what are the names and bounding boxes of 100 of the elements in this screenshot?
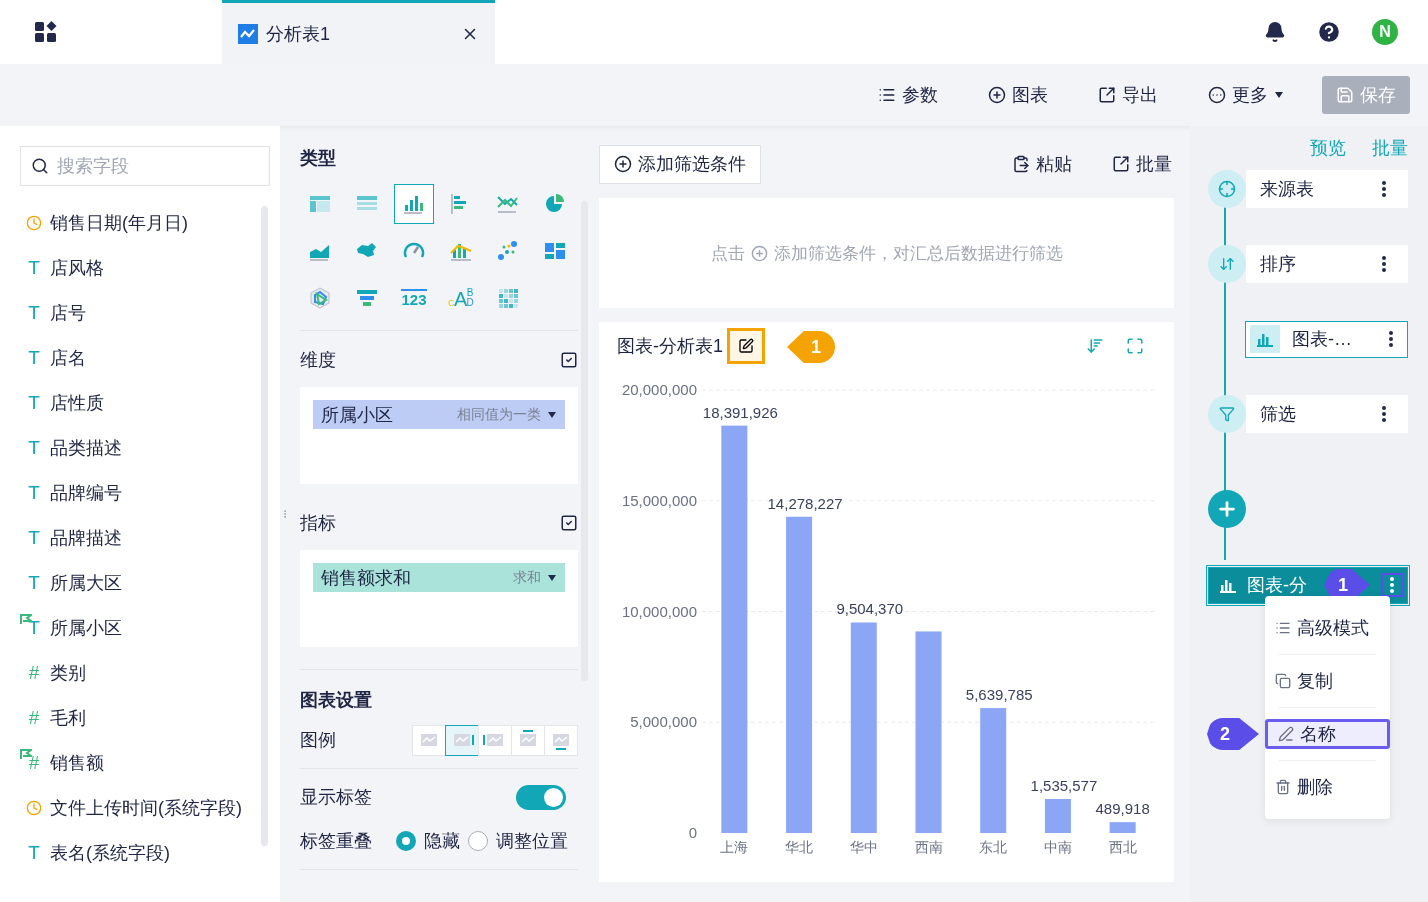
menu-item[interactable]: 删除 [1265, 772, 1390, 802]
list-icon [878, 86, 896, 104]
callout-badge: 1 [787, 331, 835, 363]
field-type-icon: T [26, 436, 42, 459]
field-type-icon: T [26, 391, 42, 414]
field-name[interactable]: 所属大区 [50, 570, 122, 595]
legend-position-button[interactable] [445, 724, 479, 756]
field-name[interactable]: 品牌描述 [50, 525, 122, 550]
step-card[interactable]: 来源表 [1246, 170, 1408, 208]
field-pill[interactable]: 销售额求和 求和 [313, 563, 565, 592]
trash-icon [1275, 779, 1291, 795]
add-filter-button[interactable]: 添加筛选条件 [599, 144, 761, 184]
field-name[interactable]: 品类描述 [50, 435, 122, 460]
radio-button[interactable] [396, 831, 416, 851]
field-name[interactable]: 店性质 [50, 390, 104, 415]
data-label: 5,639,785 [965, 686, 1033, 704]
step-label: 筛选 [1260, 403, 1296, 426]
axis-label: 西南 [914, 839, 943, 855]
field-name[interactable]: 店号 [50, 300, 86, 325]
setting-label: 显示标签 [300, 786, 372, 809]
paste-button[interactable]: 粘贴 [1012, 152, 1072, 176]
export-icon [1098, 86, 1116, 104]
field-type-icon: T [26, 481, 42, 504]
field-type-icon: T [26, 256, 42, 279]
setting-label: 标签重叠 [300, 830, 372, 853]
field-name[interactable]: 文件上传时间(系统字段) [50, 795, 242, 820]
pill-note: 求和 [513, 568, 541, 587]
chart-title: 图表-分析表1 [617, 335, 723, 358]
field-type-icon: T [26, 841, 42, 864]
field-type-icon: T [26, 526, 42, 549]
menu-item[interactable]: 复制 [1265, 666, 1390, 696]
step-card[interactable]: 筛选 [1246, 395, 1408, 433]
step-card[interactable]: 图表-… [1245, 320, 1408, 358]
field-name[interactable]: 销售日期(年月日) [50, 210, 188, 235]
drop-area[interactable]: 所属小区 相同值为一类 [300, 387, 578, 484]
fullscreen-icon[interactable] [1126, 337, 1144, 355]
toolbar-button[interactable]: 导出 [1098, 83, 1158, 107]
axis-label: 20,000,000 [621, 381, 697, 398]
more-icon [1389, 331, 1393, 347]
bar [1109, 822, 1136, 833]
drop-area[interactable]: 销售额求和 求和 [300, 550, 578, 647]
radio-button[interactable] [468, 831, 488, 851]
toolbar-button[interactable]: 图表 [988, 83, 1048, 107]
chart-type-button[interactable] [394, 184, 434, 224]
clock-icon [26, 214, 42, 231]
step-label: 来源表 [1260, 178, 1314, 201]
menu-item[interactable]: 名称 [1265, 719, 1390, 749]
field-name[interactable]: 店名 [50, 345, 86, 370]
axis-label: 15,000,000 [621, 491, 697, 509]
more-icon [1382, 256, 1386, 272]
radio-label[interactable]: 调整位置 [496, 829, 568, 853]
data-label: 14,278,227 [767, 494, 843, 512]
document-tab[interactable]: 分析表1 [222, 0, 495, 64]
toggle-switch[interactable] [516, 784, 566, 810]
toolbar-button[interactable]: 更多 [1208, 83, 1284, 107]
clock-icon [26, 799, 42, 816]
toolbar-button[interactable]: 参数 [878, 83, 938, 107]
field-name[interactable]: 店风格 [50, 255, 104, 280]
apps-icon[interactable] [34, 20, 58, 44]
step-card[interactable]: 排序 [1246, 245, 1408, 283]
bar-chart-icon [1256, 331, 1274, 347]
axis-label: 中南 [1043, 839, 1072, 855]
scrollbar[interactable] [261, 206, 268, 846]
radar-icon [307, 285, 333, 311]
line-chart-icon [238, 23, 258, 44]
batch-icon [1112, 155, 1130, 173]
field-name[interactable]: 所属小区 [50, 615, 122, 640]
pill-note: 相同值为一类 [457, 405, 541, 424]
tab-title: 分析表1 [266, 22, 331, 46]
field-name[interactable]: 品牌编号 [50, 480, 122, 505]
field-name[interactable]: 毛利 [50, 705, 86, 730]
hint-text: 点击 [710, 242, 745, 265]
axis-label: 0 [688, 824, 697, 841]
paste-icon [1012, 155, 1030, 173]
more-icon [1390, 577, 1394, 593]
search-icon [31, 157, 49, 175]
radio-label[interactable]: 隐藏 [424, 829, 460, 853]
menu-item[interactable]: 高级模式 [1265, 613, 1390, 643]
field-name[interactable]: 表名(系统字段) [50, 840, 170, 865]
edit-title-button[interactable] [727, 328, 765, 364]
section-title: 类型 [300, 147, 337, 170]
list-icon [1275, 620, 1291, 636]
bell-icon[interactable] [1264, 21, 1286, 43]
section-title: 图表设置 [300, 689, 373, 712]
data-label: 489,918 [1095, 800, 1150, 818]
add-step-button[interactable] [1208, 490, 1246, 528]
help-icon[interactable] [1316, 19, 1342, 45]
edit-fields-icon[interactable] [560, 351, 578, 369]
data-label: 9,504,370 [836, 600, 904, 618]
field-name[interactable]: 销售额 [50, 750, 104, 775]
caret-icon [547, 410, 557, 419]
edit-fields-icon[interactable] [560, 514, 578, 532]
axis-label: 上海 [720, 839, 749, 855]
sort-icon[interactable] [1086, 337, 1104, 355]
axis-label: 西北 [1108, 839, 1137, 855]
field-pill[interactable]: 所属小区 相同值为一类 [313, 400, 565, 429]
field-name[interactable]: 类别 [50, 660, 86, 685]
ellipsis-icon [1208, 86, 1226, 104]
batch-button[interactable]: 批量 [1112, 152, 1172, 176]
crosshair-icon [1218, 180, 1236, 198]
